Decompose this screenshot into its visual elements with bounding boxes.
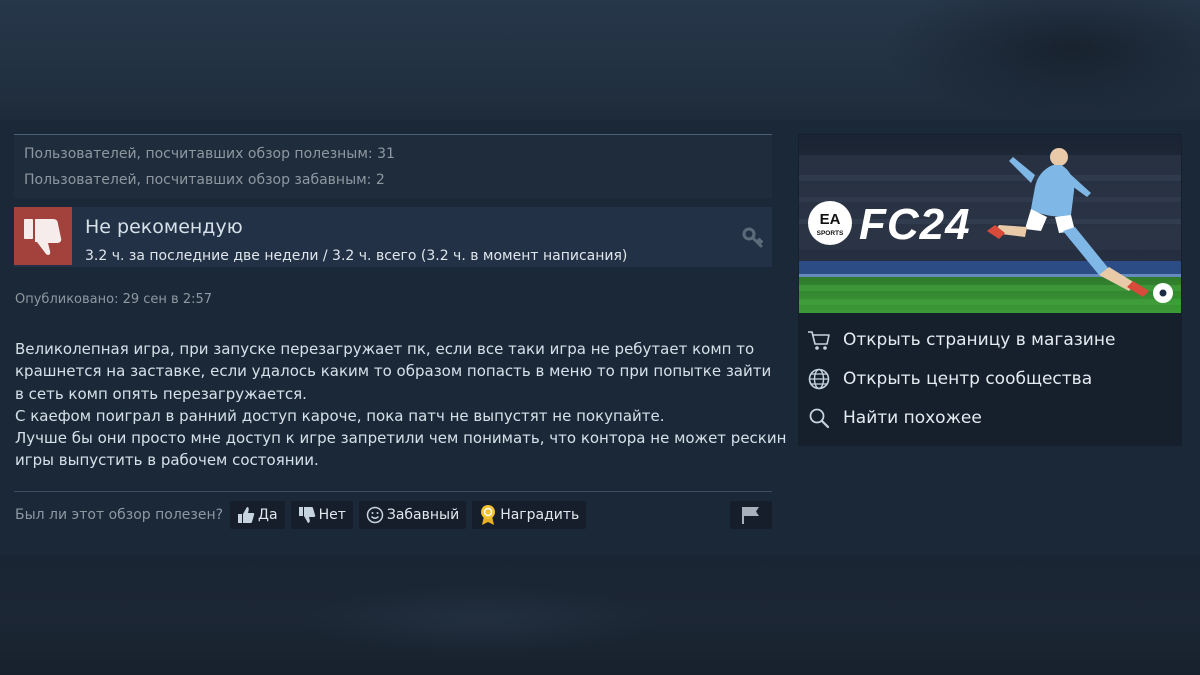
vote-yes-button[interactable]: Да xyxy=(230,501,285,529)
publisher-logo-ea: EA xyxy=(820,211,841,228)
vote-question: Был ли этот обзор полезен? xyxy=(15,507,224,523)
find-similar-link[interactable]: Найти похожее xyxy=(807,403,1167,433)
smiley-icon xyxy=(366,506,384,524)
award-button[interactable]: Наградить xyxy=(472,501,587,529)
thumbs-down-badge xyxy=(14,207,72,265)
vote-no-label: Нет xyxy=(318,507,346,523)
vote-no-button[interactable]: Нет xyxy=(290,501,353,529)
game-sidebar: EA SPORTS FC24 Открыть страницу в магази… xyxy=(798,134,1182,446)
globe-icon xyxy=(807,367,831,391)
vote-yes-label: Да xyxy=(258,507,278,523)
review-line: Лучше бы они просто мне доступ к игре за… xyxy=(15,429,787,448)
community-hub-link[interactable]: Открыть центр сообщества xyxy=(807,364,1167,394)
review-line: игры выпустить в рабочем состоянии. xyxy=(15,451,319,470)
review-stats: Пользователей, посчитавших обзор полезны… xyxy=(14,134,772,198)
review-line: крашнется на заставке, если удалось каки… xyxy=(15,362,772,381)
helpful-count: Пользователей, посчитавших обзор полезны… xyxy=(24,146,395,162)
recommendation-header[interactable]: Не рекомендую 3.2 ч. за последние две не… xyxy=(14,207,772,267)
review-line: в сеть комп опять перезагружается. xyxy=(15,384,307,403)
review-line: С каефом поиграл в ранний доступ кароче,… xyxy=(15,406,665,425)
flag-icon xyxy=(742,507,759,524)
vote-divider xyxy=(14,491,772,492)
page-footer-backdrop xyxy=(0,555,1200,675)
playtime-hours: 3.2 ч. за последние две недели / 3.2 ч. … xyxy=(85,248,628,264)
award-label: Наградить xyxy=(500,507,580,523)
search-icon xyxy=(807,406,831,430)
thumbs-down-small-icon xyxy=(298,507,315,523)
review-text: Великолепная игра, при запуске перезагру… xyxy=(15,338,787,472)
store-page-link[interactable]: Открыть страницу в магазине xyxy=(807,325,1167,355)
publisher-logo-sports: SPORTS xyxy=(817,230,844,237)
game-title-logo: FC24 xyxy=(859,200,971,249)
vote-funny-button[interactable]: Забавный xyxy=(358,501,467,529)
vote-funny-label: Забавный xyxy=(386,507,460,523)
thumbs-down-icon xyxy=(24,219,62,255)
report-flag-button[interactable] xyxy=(730,501,772,529)
funny-count: Пользователей, посчитавших обзор забавны… xyxy=(24,172,385,188)
thumbs-up-icon xyxy=(238,507,255,523)
posted-date: Опубликовано: 29 сен в 2:57 xyxy=(15,292,213,307)
community-hub-label: Открыть центр сообщества xyxy=(843,369,1093,389)
review-line: Великолепная игра, при запуске перезагру… xyxy=(15,340,755,358)
award-ribbon-icon xyxy=(481,505,496,525)
recommendation-verdict: Не рекомендую xyxy=(85,216,243,238)
store-page-label: Открыть страницу в магазине xyxy=(843,330,1116,350)
page-header-backdrop xyxy=(0,0,1200,120)
cart-icon xyxy=(807,328,831,352)
capsule-art: EA SPORTS FC24 xyxy=(799,135,1181,313)
find-similar-label: Найти похожее xyxy=(843,408,982,428)
key-icon[interactable] xyxy=(742,227,764,249)
game-capsule-image[interactable]: EA SPORTS FC24 xyxy=(799,135,1181,313)
vote-controls: Был ли этот обзор полезен? Да Нет Забавн… xyxy=(15,500,592,530)
